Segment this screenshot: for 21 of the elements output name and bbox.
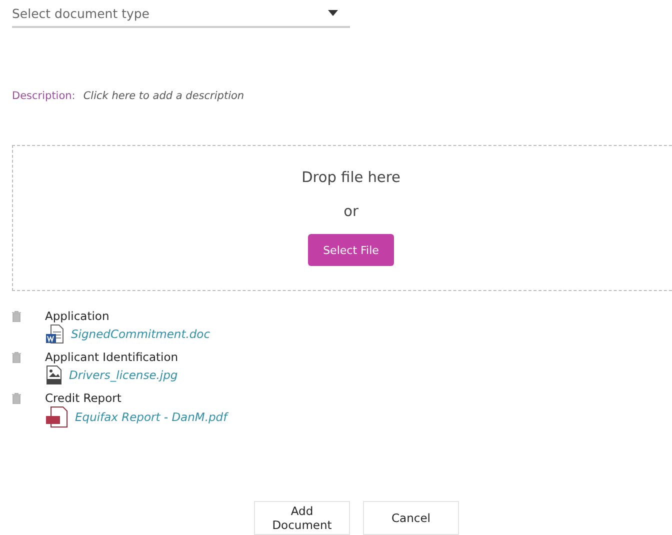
word-file-icon <box>45 324 65 344</box>
document-type: Applicant Identification <box>45 350 178 364</box>
add-document-button[interactable]: Add Document <box>254 501 350 535</box>
description-label: Description: <box>12 90 76 102</box>
document-type-dropdown[interactable]: Select document type <box>12 0 350 28</box>
drop-prompt: Drop file here <box>302 170 400 186</box>
file-link[interactable]: Drivers_license.jpg <box>69 368 178 382</box>
caret-icon <box>328 10 338 16</box>
trash-icon[interactable] <box>12 393 21 404</box>
document-type: Credit Report <box>45 391 122 405</box>
pdf-file-icon <box>45 406 69 428</box>
trash-icon[interactable] <box>12 311 21 322</box>
or-text: or <box>344 204 358 220</box>
document-type: Application <box>45 309 110 323</box>
image-file-icon <box>45 365 63 385</box>
file-link[interactable]: Equifax Report - DanM.pdf <box>75 410 228 424</box>
cancel-button[interactable]: Cancel <box>363 501 459 535</box>
select-file-button[interactable]: Select File <box>308 234 394 266</box>
file-link[interactable]: SignedCommitment.doc <box>71 327 210 341</box>
drop-zone[interactable]: Drop file here or Select File <box>12 145 672 291</box>
trash-icon[interactable] <box>12 352 21 363</box>
